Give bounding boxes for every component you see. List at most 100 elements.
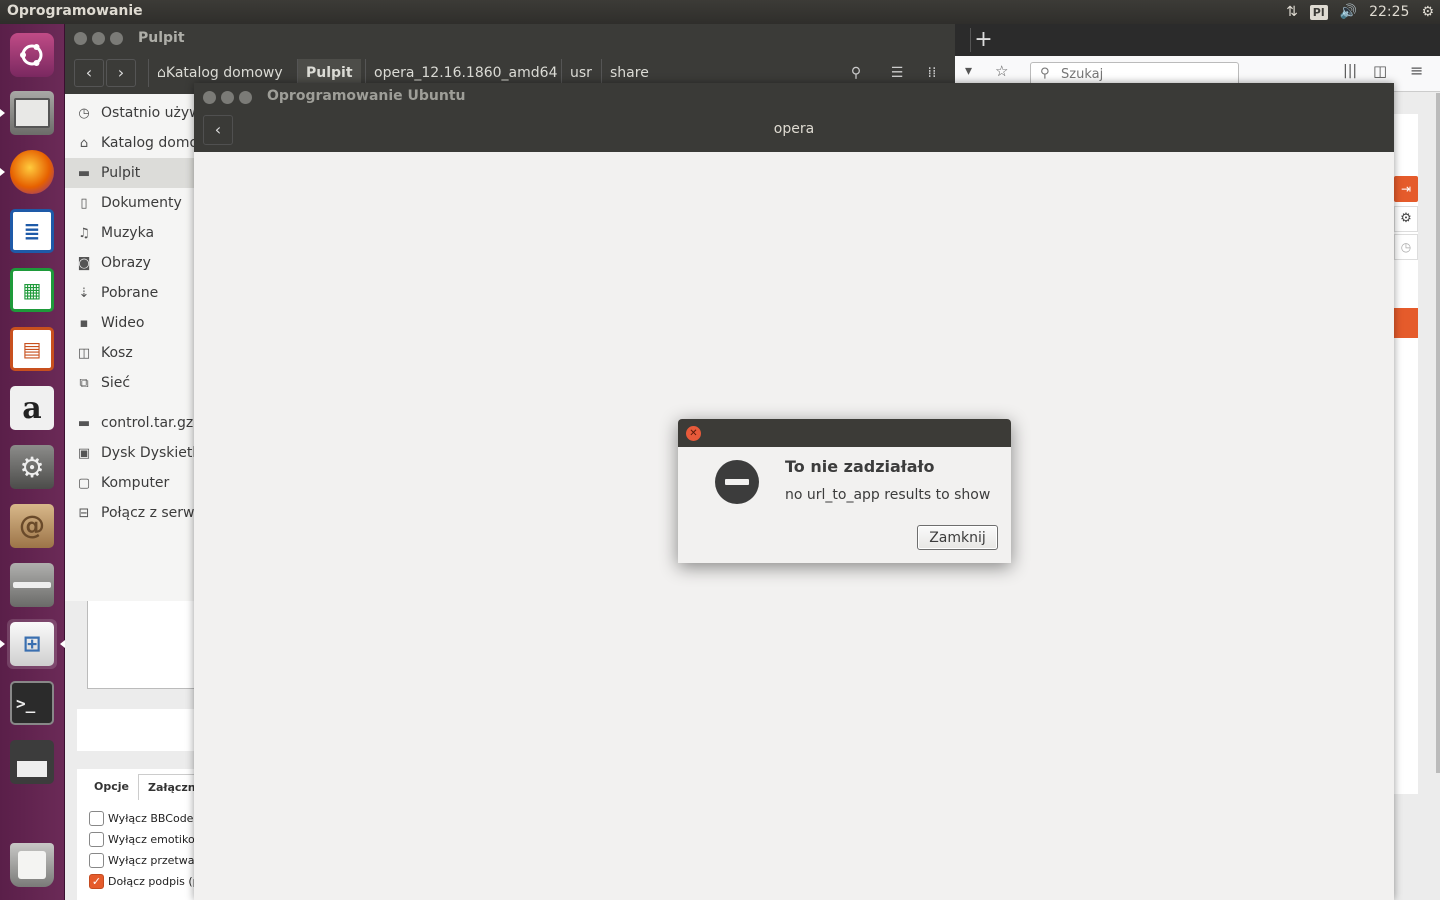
computer-icon: ▢: [77, 476, 91, 491]
floppy-disk-icon: ▣: [77, 446, 91, 461]
archive-drive-icon: ▬: [77, 416, 91, 431]
logout-icon[interactable]: ⇥: [1394, 176, 1418, 202]
forward-button[interactable]: ›: [106, 59, 136, 87]
sidebar-item-trash[interactable]: ◫ Kosz: [65, 338, 195, 368]
trash-icon: ◫: [77, 346, 91, 361]
checkbox[interactable]: [89, 853, 104, 868]
launcher-calc[interactable]: ▦: [7, 265, 57, 315]
app-title: Oprogramowanie: [7, 3, 143, 19]
ubuntu-logo-icon: [10, 33, 54, 77]
close-window-button[interactable]: [203, 91, 216, 104]
sidebar-icon[interactable]: ◫: [1373, 62, 1387, 80]
video-icon: ▪: [79, 316, 89, 331]
library-icon[interactable]: |||: [1343, 63, 1357, 79]
launcher-writer[interactable]: ≣: [7, 206, 57, 256]
sidebar-item-computer[interactable]: ▢ Komputer: [65, 468, 195, 498]
download-icon: ⇣: [78, 286, 90, 301]
browser-scrollbar[interactable]: [1436, 93, 1440, 773]
search-icon: ⚲: [1040, 66, 1050, 81]
orange-action-bar[interactable]: [1394, 308, 1418, 338]
sidebar-item-network[interactable]: ⧉ Sieć: [65, 368, 195, 398]
minimize-window-button[interactable]: [221, 91, 234, 104]
option-label: Wyłącz BBCode: [108, 812, 194, 825]
sidebar-item-home[interactable]: ⌂Katalog domowy: [65, 128, 195, 158]
close-dialog-button[interactable]: Zamknij: [917, 525, 998, 550]
tab-options[interactable]: Opcje: [85, 774, 138, 800]
launcher-archive[interactable]: @: [7, 501, 57, 551]
checkbox[interactable]: [89, 832, 104, 847]
close-window-button[interactable]: [74, 32, 87, 45]
sidebar-item-desktop[interactable]: ▬ Pulpit: [65, 158, 195, 188]
clock[interactable]: 22:25: [1369, 4, 1409, 20]
indicators: ⇅ Pl 🔊 22:25 ⚙: [1286, 0, 1434, 24]
top-panel: Oprogramowanie ⇅ Pl 🔊 22:25 ⚙: [0, 0, 1440, 24]
launcher-trash[interactable]: [7, 840, 57, 890]
gear-icon[interactable]: ⚙: [1421, 4, 1434, 20]
launcher-system-settings[interactable]: ⚙: [7, 442, 57, 492]
back-button[interactable]: ‹: [74, 59, 104, 87]
launcher-save[interactable]: [7, 737, 57, 787]
terminal-icon: >_: [10, 681, 54, 725]
launcher-impress[interactable]: ▤: [7, 324, 57, 374]
error-dialog: ✕ To nie zadziałało no url_to_app result…: [678, 419, 1011, 563]
sidebar-item-videos[interactable]: ▪ Wideo: [65, 308, 195, 338]
volume-icon[interactable]: 🔊: [1340, 4, 1357, 20]
sidebar-item-documents[interactable]: ▯ Dokumenty: [65, 188, 195, 218]
firefox-icon: [10, 150, 54, 194]
launcher-software[interactable]: ⊞: [0, 619, 65, 669]
bookmark-star-icon[interactable]: ☆: [995, 62, 1008, 80]
launcher-amazon[interactable]: a: [7, 383, 57, 433]
dialog-close-button[interactable]: ✕: [686, 426, 701, 441]
error-stop-icon: [715, 460, 759, 504]
launcher: ≣ ▦ ▤ a ⚙ @ ⊞ >_: [0, 24, 65, 900]
sidebar-item-control-archive[interactable]: ▬ control.tar.gz: [65, 408, 195, 438]
launcher-firefox[interactable]: [0, 147, 57, 197]
home-icon: ⌂: [157, 65, 166, 81]
launcher-terminal[interactable]: >_: [7, 678, 57, 728]
wrench-gear-icon: ⚙: [10, 445, 54, 489]
new-tab-button[interactable]: +: [970, 28, 996, 52]
maximize-window-button[interactable]: [239, 91, 252, 104]
history-clock-icon[interactable]: ◷: [1394, 234, 1418, 260]
launcher-usb-drive[interactable]: [7, 560, 57, 610]
close-icon: ✕: [689, 428, 698, 439]
files-window-title: Pulpit: [138, 30, 185, 46]
option-row[interactable]: Wyłącz emotikony: [89, 832, 208, 847]
floppy-icon: [10, 740, 54, 784]
sidebar-item-pictures[interactable]: ◙ Obrazy: [65, 248, 195, 278]
document-icon: ▯: [80, 196, 88, 211]
dialog-message: no url_to_app results to show: [785, 487, 991, 503]
option-row[interactable]: Wyłącz BBCode: [89, 811, 193, 826]
pocket-icon[interactable]: ▾: [965, 63, 972, 79]
menu-icon[interactable]: ≡: [1410, 61, 1423, 80]
sidebar-item-floppy[interactable]: ▣Dysk Dyskietka: [65, 438, 195, 468]
shopping-bag-icon: ⊞: [10, 622, 54, 666]
software-window-title: Oprogramowanie Ubuntu: [267, 88, 466, 104]
maximize-window-button[interactable]: [110, 32, 123, 45]
drive-icon: [10, 563, 54, 607]
network-icon: ⧉: [79, 376, 89, 391]
dialog-heading: To nie zadziałało: [785, 457, 935, 476]
launcher-files[interactable]: [0, 88, 57, 138]
dialog-titlebar: ✕: [678, 419, 1011, 447]
calc-icon: ▦: [10, 268, 54, 312]
checkbox-checked[interactable]: ✓: [89, 874, 104, 889]
option-label: Dołącz podpis (po: [108, 875, 207, 888]
launcher-ubuntu-dash[interactable]: [7, 30, 57, 80]
impress-icon: ▤: [10, 327, 54, 371]
minimize-window-button[interactable]: [92, 32, 105, 45]
sidebar-item-downloads[interactable]: ⇣ Pobrane: [65, 278, 195, 308]
sidebar-item-recent[interactable]: ◷Ostatnio używane: [65, 98, 195, 128]
checkbox[interactable]: [89, 811, 104, 826]
network-updown-icon[interactable]: ⇅: [1286, 4, 1298, 20]
form-strip: [77, 709, 207, 751]
sidebar-item-music[interactable]: ♫ Muzyka: [65, 218, 195, 248]
chevron-left-icon: ‹: [85, 63, 93, 82]
settings-gear-icon[interactable]: ⚙: [1394, 206, 1418, 232]
keyboard-layout-indicator[interactable]: Pl: [1309, 4, 1328, 20]
sidebar-item-connect-server[interactable]: ⊟Połącz z serwerem: [65, 498, 195, 528]
server-icon: ⊟: [78, 506, 90, 521]
debian-box-icon: @: [10, 504, 54, 548]
option-row[interactable]: ✓ Dołącz podpis (po: [89, 874, 206, 889]
post-editor-textarea[interactable]: [87, 599, 207, 689]
